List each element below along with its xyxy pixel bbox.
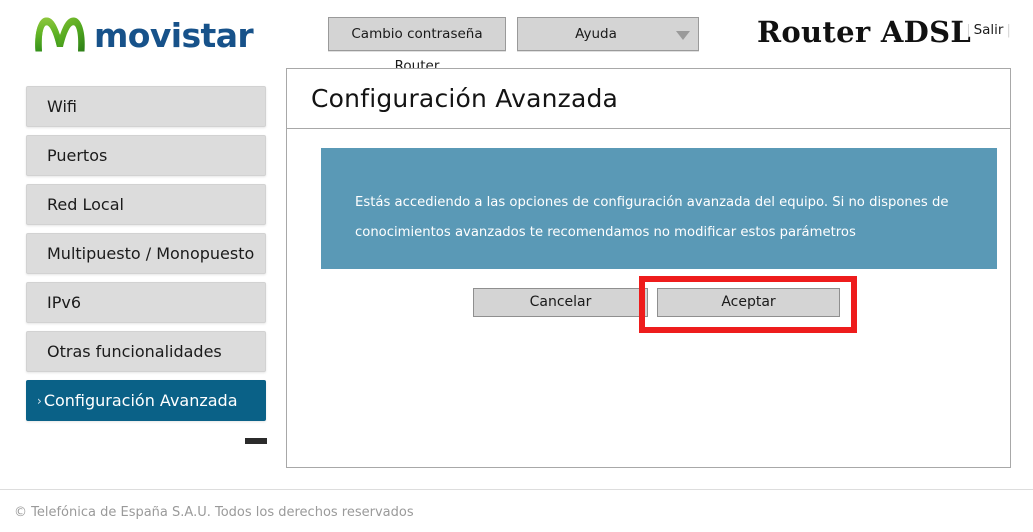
logout-separator-right: | bbox=[1006, 22, 1012, 38]
sidebar-item-label: Multipuesto / Monopuesto bbox=[47, 244, 255, 263]
sidebar-item-label: Wifi bbox=[47, 97, 77, 116]
copyright-text: © Telefónica de España S.A.U. Todos los … bbox=[14, 505, 414, 520]
sidebar-item-multipuesto-monopuesto[interactable]: Multipuesto / Monopuesto bbox=[26, 233, 266, 274]
logout-area: | Salir | bbox=[966, 22, 1011, 38]
sidebar-nav: Wifi Puertos Red Local Multipuesto / Mon… bbox=[26, 86, 267, 444]
movistar-wordmark: movistar bbox=[94, 16, 254, 55]
sidebar-item-label: IPv6 bbox=[47, 293, 82, 312]
panel-title: Configuración Avanzada bbox=[311, 84, 619, 113]
sidebar-item-otras-funcionalidades[interactable]: Otras funcionalidades bbox=[26, 331, 266, 372]
sidebar-item-ipv6[interactable]: IPv6 bbox=[26, 282, 266, 323]
movistar-m-logo-icon bbox=[35, 17, 85, 52]
cancel-button[interactable]: Cancelar bbox=[473, 288, 648, 317]
sidebar-item-label: Otras funcionalidades bbox=[47, 342, 222, 361]
sidebar-item-label: Puertos bbox=[47, 146, 108, 165]
logout-separator-left: | bbox=[966, 22, 971, 38]
sidebar-item-wifi[interactable]: Wifi bbox=[26, 86, 266, 127]
ayuda-label: Ayuda bbox=[575, 26, 617, 42]
cambio-contrasena-router-button[interactable]: Cambio contraseña Router bbox=[328, 17, 506, 74]
sidebar-item-puertos[interactable]: Puertos bbox=[26, 135, 266, 176]
chevron-down-icon bbox=[676, 31, 690, 40]
sidebar-collapse-icon[interactable] bbox=[245, 438, 267, 444]
sidebar-item-label: Configuración Avanzada bbox=[43, 391, 238, 410]
logout-link[interactable]: Salir bbox=[971, 22, 1007, 38]
page-title: Router ADSL bbox=[757, 15, 972, 49]
panel-header: Configuración Avanzada bbox=[287, 69, 1010, 129]
movistar-logo: movistar bbox=[32, 12, 282, 60]
info-notice-box: Estás accediendo a las opciones de confi… bbox=[321, 148, 997, 269]
sidebar-item-red-local[interactable]: Red Local bbox=[26, 184, 266, 225]
accept-button[interactable]: Aceptar bbox=[657, 288, 840, 317]
info-notice-text: Estás accediendo a las opciones de confi… bbox=[355, 195, 949, 240]
sidebar-item-label: Red Local bbox=[47, 195, 124, 214]
app-header: movistar Cambio contraseña Router Ayuda … bbox=[0, 0, 1033, 74]
sidebar-item-configuracion-avanzada[interactable]: › Configuración Avanzada bbox=[26, 380, 266, 421]
ayuda-dropdown-button[interactable]: Ayuda bbox=[517, 17, 699, 51]
panel-actions: Cancelar Aceptar bbox=[287, 276, 1012, 333]
content-panel: Configuración Avanzada Estás accediendo … bbox=[286, 68, 1011, 468]
chevron-right-icon: › bbox=[37, 394, 42, 408]
page-footer: © Telefónica de España S.A.U. Todos los … bbox=[0, 489, 1033, 532]
